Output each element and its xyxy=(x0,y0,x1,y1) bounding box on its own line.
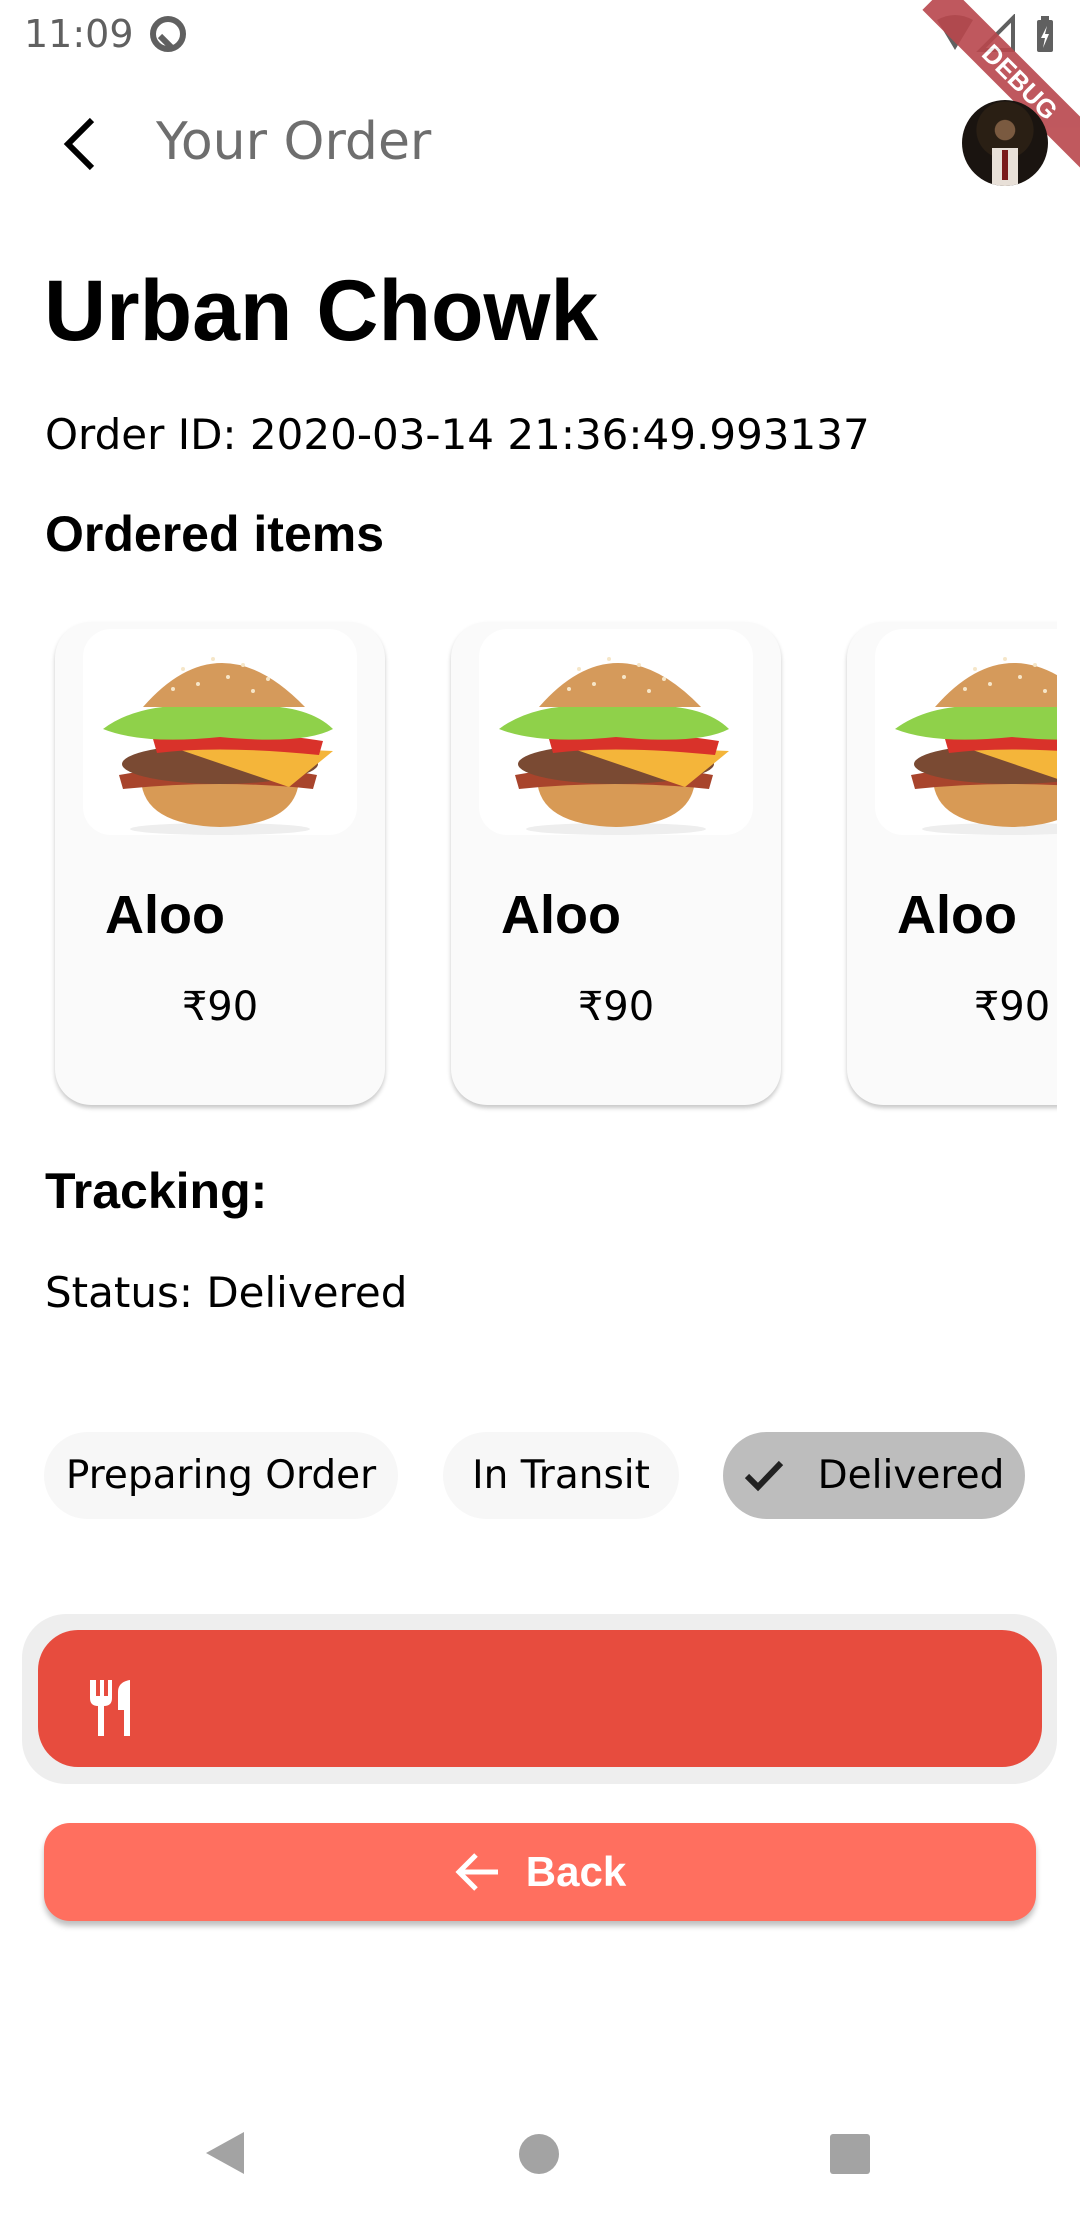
chip-label: Preparing Order xyxy=(65,1453,377,1498)
item-price: ₹90 xyxy=(577,984,655,1030)
restaurant-icon xyxy=(90,1680,130,1736)
avatar[interactable] xyxy=(962,100,1048,186)
item-card[interactable]: Aloo ₹90 xyxy=(847,622,1057,1105)
chip-delivered[interactable]: Delivered xyxy=(723,1432,1025,1519)
chip-preparing-order[interactable]: Preparing Order xyxy=(44,1432,398,1519)
chip-in-transit[interactable]: In Transit xyxy=(443,1432,679,1519)
order-id: Order ID: 2020-03-14 21:36:49.993137 xyxy=(45,410,870,459)
tracking-progress-bar xyxy=(38,1630,1042,1767)
item-price: ₹90 xyxy=(181,984,259,1030)
ordered-items-list[interactable]: Aloo ₹90 Aloo ₹90 Aloo ₹90 xyxy=(0,610,1057,1120)
burger-image xyxy=(479,629,753,835)
back-arrow-icon[interactable] xyxy=(58,116,98,172)
nav-back-icon[interactable] xyxy=(200,2128,250,2178)
burger-image xyxy=(875,629,1057,835)
burger-image xyxy=(83,629,357,835)
item-name: Aloo xyxy=(105,885,225,945)
back-button-label: Back xyxy=(525,1848,627,1895)
back-button[interactable]: Back xyxy=(44,1823,1036,1921)
item-price: ₹90 xyxy=(973,984,1051,1030)
item-card[interactable]: Aloo ₹90 xyxy=(451,622,781,1105)
battery-charging-icon xyxy=(1037,16,1053,52)
status-time: 11:09 xyxy=(24,12,134,56)
nav-recents-icon[interactable] xyxy=(829,2133,871,2175)
check-icon xyxy=(744,1460,783,1491)
at-sign-icon xyxy=(150,16,186,52)
item-name: Aloo xyxy=(501,885,621,945)
arrow-back-icon xyxy=(455,1853,498,1891)
nav-home-icon[interactable] xyxy=(518,2133,560,2175)
item-card[interactable]: Aloo ₹90 xyxy=(55,622,385,1105)
ordered-items-heading: Ordered items xyxy=(45,506,385,562)
item-name: Aloo xyxy=(897,885,1017,945)
tracking-heading: Tracking: xyxy=(45,1163,268,1219)
page-title: Your Order xyxy=(156,112,432,172)
chip-label: In Transit xyxy=(472,1453,650,1498)
restaurant-name: Urban Chowk xyxy=(44,263,599,359)
chip-label: Delivered xyxy=(817,1453,1005,1498)
order-status: Status: Delivered xyxy=(45,1268,408,1317)
